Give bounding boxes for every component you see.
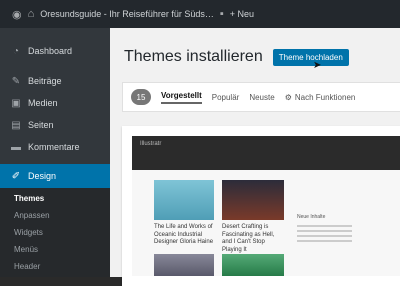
submenu-customize[interactable]: Anpassen <box>0 207 110 224</box>
preview-post-image <box>154 180 214 220</box>
gear-icon: ⚙ <box>284 92 292 102</box>
dashboard-icon: ◔ <box>12 45 20 57</box>
sidebar-item-design[interactable]: ✐ Design <box>0 164 110 188</box>
submenu-widgets[interactable]: Widgets <box>0 224 110 241</box>
comment-icon: ▬ <box>11 141 21 153</box>
preview-post-title: The Life and Works of Oceanic Industrial… <box>154 224 214 245</box>
pin-icon: ✎ <box>11 75 21 87</box>
tab-popular[interactable]: Populär <box>212 93 240 102</box>
preview-post-image <box>222 180 284 220</box>
submenu-header[interactable]: Header <box>0 258 110 275</box>
theme-screenshot: Illustratr The Life and Works of Oceanic… <box>132 136 400 276</box>
tab-latest[interactable]: Neuste <box>249 93 274 102</box>
site-name-link[interactable]: Oresundsguide - Ihr Reiseführer für Süds… <box>40 9 214 19</box>
theme-card[interactable]: Illustratr The Life and Works of Oceanic… <box>122 126 400 286</box>
submenu-menus[interactable]: Menüs <box>0 241 110 258</box>
media-icon: ▣ <box>11 97 21 109</box>
sidebar-item-label: Dashboard <box>28 46 73 56</box>
sidebar-item-label: Seiten <box>28 120 54 130</box>
preview-site-name: Illustratr <box>140 141 162 147</box>
main-content: Themes installieren Theme hochladen 15 V… <box>110 28 400 286</box>
preview-post-title: Desert Crafting is Fascinating as Hell, … <box>222 224 275 253</box>
sidebar-item-pages[interactable]: ▤ Seiten <box>0 114 110 136</box>
page-title: Themes installieren <box>124 48 263 65</box>
admin-bar: ◉ ⌂ Oresundsguide - Ihr Reiseführer für … <box>0 0 400 28</box>
preview-header: Illustratr <box>132 136 400 170</box>
tab-featured[interactable]: Vorgestellt <box>161 91 202 104</box>
sidebar-item-posts[interactable]: ✎ Beiträge <box>0 70 110 92</box>
comments-icon[interactable]: ▪ <box>220 8 224 20</box>
new-label: Neu <box>237 9 255 19</box>
theme-count-badge: 15 <box>131 89 151 105</box>
upload-theme-button[interactable]: Theme hochladen <box>272 48 349 66</box>
sidebar-item-label: Kommentare <box>28 142 80 152</box>
new-content-button[interactable]: + Neu <box>230 9 254 19</box>
home-icon[interactable]: ⌂ <box>28 8 35 20</box>
sidebar-item-label: Beiträge <box>28 76 62 86</box>
admin-sidebar: ◔ Dashboard ✎ Beiträge ▣ Medien ▤ Seiten ▬ Ko… <box>0 28 110 277</box>
preview-post-image <box>222 254 284 276</box>
sidebar-item-comments[interactable]: ▬ Kommentare <box>0 136 110 158</box>
preview-widget-title: Neue Inhalte <box>297 214 326 220</box>
design-submenu: Themes Anpassen Widgets Menüs Header <box>0 188 110 277</box>
mouse-cursor-icon: ➤ <box>313 60 322 71</box>
feature-filter-label: Nach Funktionen <box>294 92 356 102</box>
sidebar-item-media[interactable]: ▣ Medien <box>0 92 110 114</box>
pages-icon: ▤ <box>11 119 21 131</box>
sidebar-item-label: Medien <box>28 98 58 108</box>
paintbrush-icon: ✐ <box>11 170 21 182</box>
theme-filter-bar: 15 Vorgestellt Populär Neuste ⚙ Nach Funk… <box>122 82 400 112</box>
sidebar-item-label: Design <box>28 171 57 181</box>
preview-post-image <box>154 254 214 276</box>
feature-filter-button[interactable]: ⚙ Nach Funktionen <box>285 93 356 102</box>
sidebar-item-dashboard[interactable]: ◔ Dashboard <box>0 40 110 62</box>
wordpress-icon[interactable]: ◉ <box>12 8 22 21</box>
preview-widget-lines <box>297 222 352 245</box>
submenu-themes[interactable]: Themes <box>0 190 110 207</box>
